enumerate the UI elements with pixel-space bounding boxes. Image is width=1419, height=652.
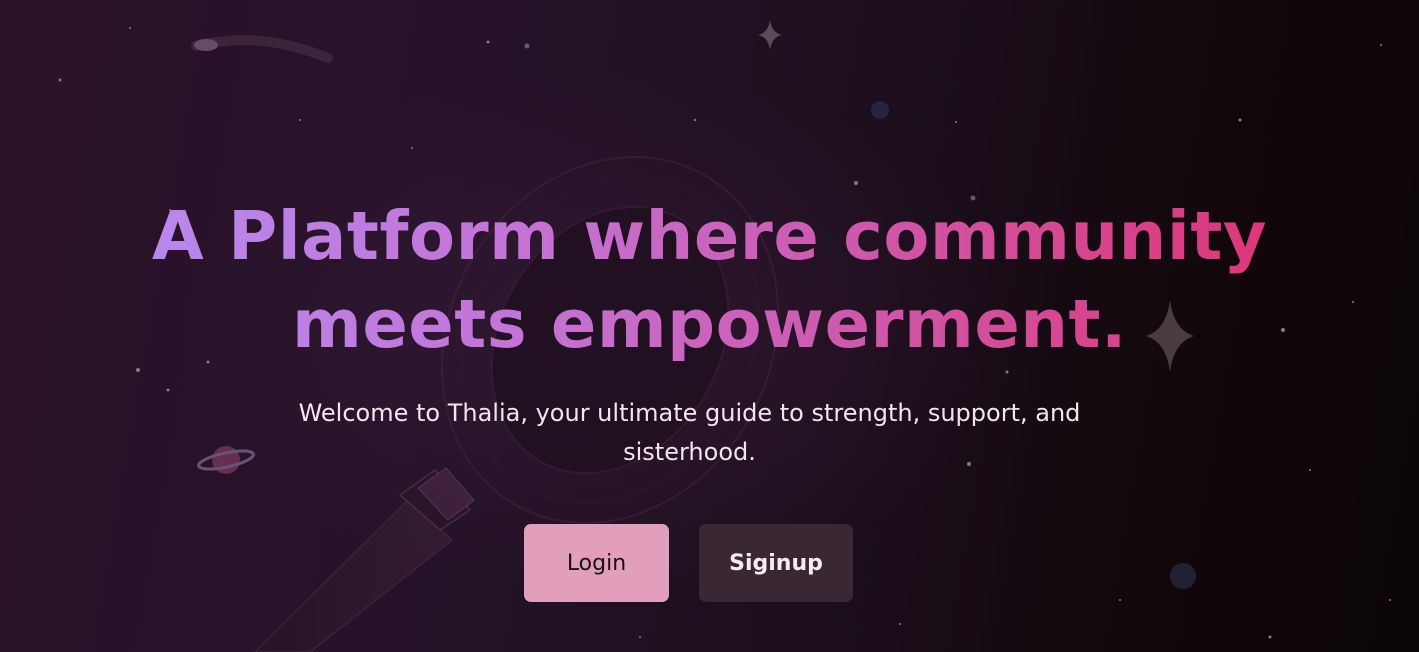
headline-line-1: A Platform where community — [151, 197, 1268, 275]
hero-section: A Platform where community meets empower… — [0, 0, 1419, 652]
signup-button[interactable]: Siginup — [699, 524, 853, 602]
hero-headline: A Platform where community meets empower… — [60, 192, 1359, 368]
login-button[interactable]: Login — [524, 524, 669, 602]
hero-subtitle: Welcome to Thalia, your ultimate guide t… — [298, 399, 1081, 466]
headline-line-2: meets empowerment. — [292, 285, 1127, 363]
